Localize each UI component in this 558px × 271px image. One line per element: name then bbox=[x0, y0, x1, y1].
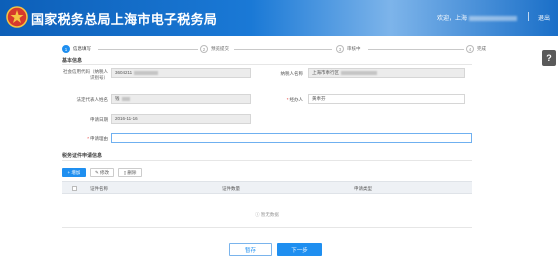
column-header: 证件数量 bbox=[222, 186, 240, 191]
welcome-user[interactable]: 欢迎，上海 bbox=[437, 13, 518, 22]
edit-button[interactable]: ✎ 修改 bbox=[90, 168, 114, 177]
step-connector bbox=[234, 49, 332, 50]
apply-date-field: 2016-11-16 bbox=[111, 114, 251, 124]
section-divider bbox=[62, 64, 472, 65]
next-step-button[interactable]: 下一步 bbox=[277, 243, 322, 256]
column-header: 申请类型 bbox=[354, 186, 372, 191]
step-label: 审核中 bbox=[347, 46, 361, 51]
tax-id-field: 3604211 bbox=[111, 68, 251, 78]
help-button[interactable]: ? bbox=[542, 50, 556, 66]
reason-label: *申请理由 bbox=[87, 136, 108, 141]
logout-link[interactable]: 退出 bbox=[538, 13, 550, 22]
top-header: 国家税务总局上海市电子税务局 欢迎，上海 退出 bbox=[0, 0, 558, 36]
trash-icon: ▯ bbox=[123, 169, 127, 175]
info-icon: ⓘ bbox=[255, 212, 260, 217]
step-preview-submit: 2 预览提交 bbox=[200, 44, 229, 54]
step-label: 预览提交 bbox=[211, 46, 229, 51]
add-button[interactable]: + 增加 bbox=[62, 168, 86, 177]
taxpayer-name-field: 上海市奉行区 bbox=[308, 68, 465, 78]
step-label: 信息填写 bbox=[73, 46, 91, 51]
site-title: 国家税务总局上海市电子税务局 bbox=[31, 12, 218, 27]
tax-emblem-icon bbox=[6, 6, 28, 28]
tax-id-label: 社会信用代码（纳税人识别号） bbox=[63, 69, 108, 80]
step-complete: 4 完成 bbox=[466, 44, 486, 54]
header-divider bbox=[528, 12, 529, 21]
cert-table-header: 证件名称 证件数量 申请类型 bbox=[62, 181, 472, 194]
step-connector bbox=[368, 49, 464, 50]
empty-state: ⓘ 暂无数据 bbox=[255, 212, 279, 217]
section-divider bbox=[62, 160, 472, 161]
column-header: 证件名称 bbox=[90, 186, 108, 191]
step-number: 4 bbox=[466, 45, 474, 53]
step-reviewing: 3 审核中 bbox=[336, 44, 361, 54]
cert-info-title: 税务证件申请信息 bbox=[62, 153, 103, 159]
operator-input[interactable]: 黄奉芬 bbox=[308, 94, 465, 104]
step-number: 1 bbox=[62, 45, 70, 53]
apply-date-label: 申请日期 bbox=[90, 117, 108, 122]
required-mark: * bbox=[87, 136, 89, 141]
step-label: 完成 bbox=[477, 46, 486, 51]
save-draft-button[interactable]: 暂存 bbox=[229, 243, 272, 256]
legal-rep-field: 钱 bbox=[111, 94, 251, 104]
delete-button[interactable]: ▯ 删除 bbox=[118, 168, 142, 177]
step-number: 2 bbox=[200, 45, 208, 53]
basic-info-title: 基本信息 bbox=[62, 58, 83, 64]
reason-input[interactable] bbox=[111, 133, 472, 143]
progress-steps: 1 信息填写 2 预览提交 3 审核中 4 完成 bbox=[62, 44, 486, 56]
operator-label: *经办人 bbox=[286, 97, 303, 102]
step-number: 3 bbox=[336, 45, 344, 53]
select-all-checkbox[interactable] bbox=[72, 186, 77, 191]
step-fill-info: 1 信息填写 bbox=[62, 44, 91, 54]
legal-rep-label: 法定代表人姓名 bbox=[76, 97, 109, 102]
step-connector bbox=[98, 49, 198, 50]
edit-icon: ✎ bbox=[94, 169, 99, 175]
required-mark: * bbox=[286, 97, 289, 102]
cert-table-body: ⓘ 暂无数据 bbox=[62, 194, 472, 228]
taxpayer-name-label: 纳税人名称 bbox=[280, 71, 304, 76]
